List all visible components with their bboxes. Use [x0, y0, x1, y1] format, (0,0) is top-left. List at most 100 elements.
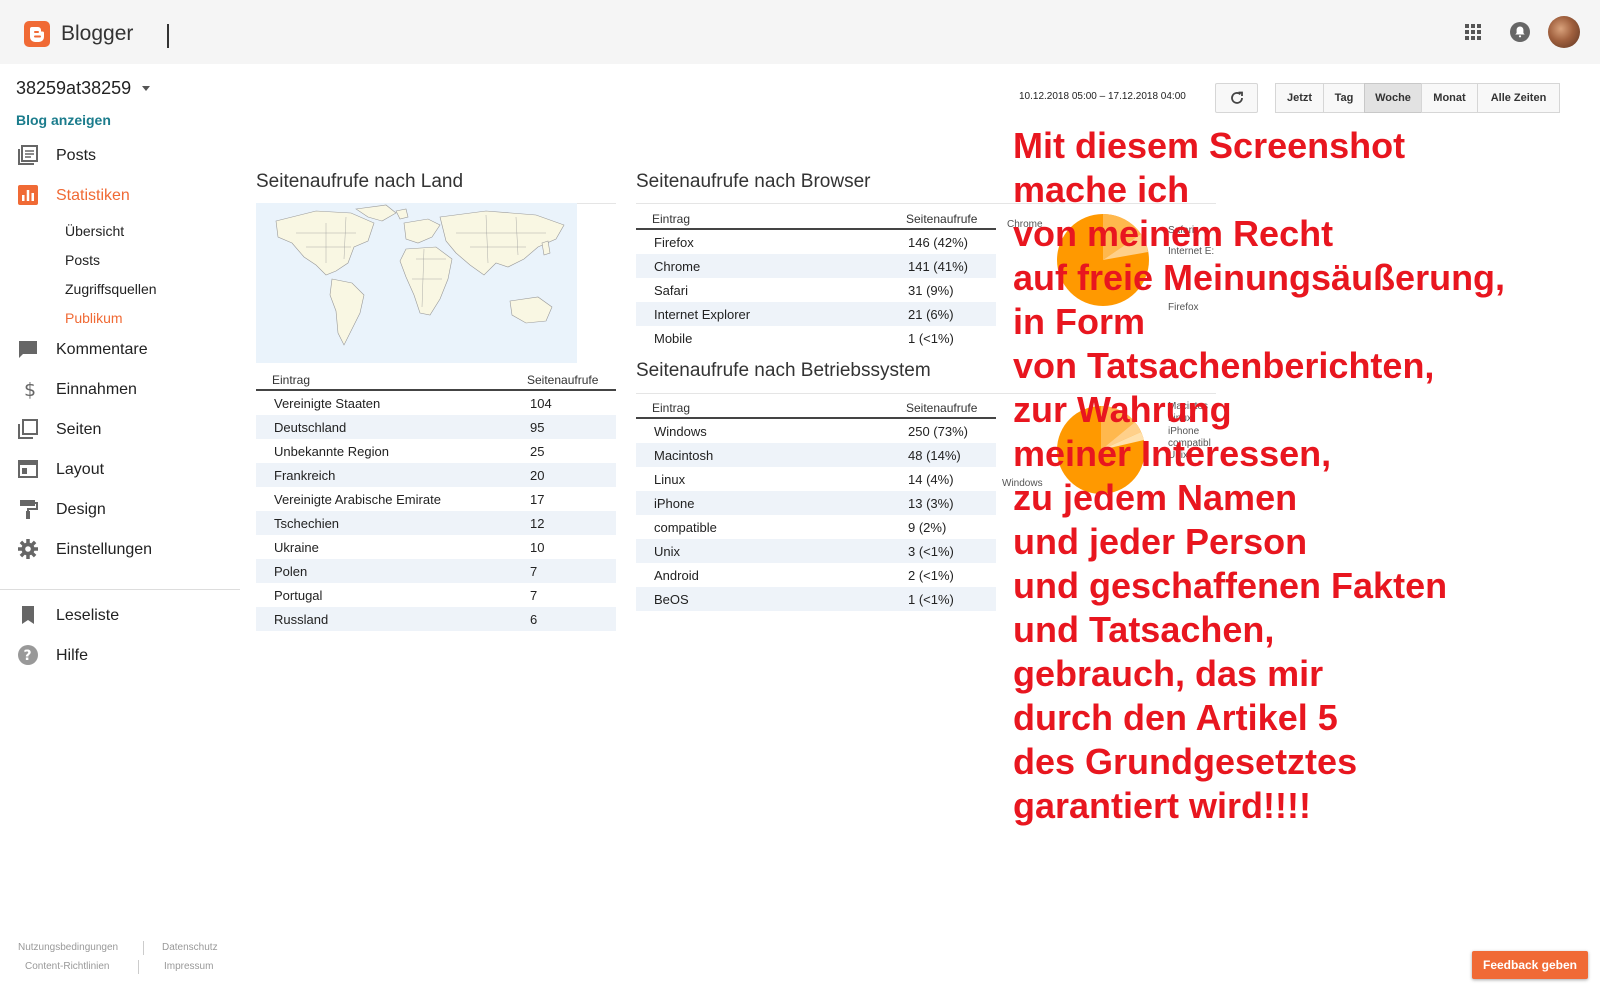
row-entry: Unix — [654, 544, 681, 559]
blog-switcher-chevron-down-icon[interactable] — [142, 86, 150, 91]
browser-section-title: Seitenaufrufe nach Browser — [636, 171, 871, 192]
sidebar-item-pages[interactable]: Seiten — [0, 410, 240, 450]
dollar-icon: $ — [24, 379, 36, 400]
overlay-line: gebrauch, das mir — [1013, 653, 1324, 694]
row-entry: Deutschland — [274, 420, 347, 435]
top-bar: Blogger — [0, 0, 1600, 64]
overlay-line: und Tatsachen, — [1013, 609, 1275, 650]
table-row: Tschechien 12 — [256, 511, 616, 535]
row-views: 31 (9%) — [908, 283, 954, 298]
imprint-link[interactable]: Impressum — [164, 961, 213, 972]
world-map[interactable] — [256, 203, 577, 363]
sidebar-item-reading-list[interactable]: Leseliste — [0, 596, 240, 636]
table-row: Russland 6 — [256, 607, 616, 631]
row-entry: compatible — [654, 520, 717, 535]
sidebar-item-label: Kommentare — [56, 341, 148, 358]
overlay-line: zur Wahrung — [1013, 389, 1232, 430]
col-views-header[interactable]: Seitenaufrufe — [527, 373, 598, 387]
view-blog-link[interactable]: Blog anzeigen — [16, 112, 111, 128]
feedback-button[interactable]: Feedback geben — [1472, 951, 1588, 979]
sidebar-subitem-traffic-sources[interactable]: Zugriffsquellen — [65, 281, 157, 297]
table-row: compatible 9 (2%) — [636, 515, 996, 539]
table-row: Unbekannte Region 25 — [256, 439, 616, 463]
sidebar-item-settings[interactable]: Einstellungen — [0, 530, 240, 570]
content-policy-link[interactable]: Content-Richtlinien — [25, 961, 110, 972]
table-row: Windows 250 (73%) — [636, 419, 996, 443]
row-entry: Safari — [654, 283, 688, 298]
row-views: 95 — [530, 420, 545, 435]
col-entry-header[interactable]: Eintrag — [652, 401, 690, 415]
privacy-link[interactable]: Datenschutz — [162, 942, 218, 953]
refresh-button[interactable] — [1215, 83, 1258, 113]
red-text-overlay: Mit diesem Screenshot mache ich von mein… — [1013, 124, 1593, 828]
row-views: 3 (<1%) — [908, 544, 954, 559]
user-avatar[interactable] — [1548, 16, 1580, 48]
sidebar-subitem-audience[interactable]: Publikum — [65, 310, 123, 326]
table-row: BeOS 1 (<1%) — [636, 587, 996, 611]
range-day-button[interactable]: Tag — [1323, 83, 1365, 113]
table-row: Frankreich 20 — [256, 463, 616, 487]
row-views: 1 (<1%) — [908, 331, 954, 346]
table-row: Portugal 7 — [256, 583, 616, 607]
sidebar-item-layout[interactable]: Layout — [0, 450, 240, 490]
sidebar-item-stats[interactable]: Statistiken — [0, 176, 240, 216]
overlay-line: auf freie Meinungsäußerung, — [1013, 257, 1506, 298]
range-now-button[interactable]: Jetzt — [1275, 83, 1324, 113]
overlay-line: garantiert wird!!!! — [1013, 785, 1312, 826]
col-views-header[interactable]: Seitenaufrufe — [906, 401, 977, 415]
app-name: Blogger — [61, 22, 134, 45]
row-entry: Russland — [274, 612, 329, 627]
apps-grid-icon[interactable] — [1461, 20, 1485, 44]
row-views: 104 — [530, 396, 552, 411]
table-body: Firefox 146 (42%) Chrome 141 (41%) Safari 3… — [636, 230, 996, 350]
row-views: 12 — [530, 516, 545, 531]
terms-link[interactable]: Nutzungsbedingungen — [18, 942, 118, 953]
overlay-line: und jeder Person — [1013, 521, 1308, 562]
row-views: 25 — [530, 444, 545, 459]
col-entry-header[interactable]: Eintrag — [272, 373, 310, 387]
table-body: Windows 250 (73%) Macintosh 48 (14%) Linux… — [636, 419, 996, 611]
notifications-bell-icon[interactable] — [1508, 20, 1532, 44]
row-entry: Windows — [654, 424, 707, 439]
col-views-header[interactable]: Seitenaufrufe — [906, 212, 977, 226]
row-views: 10 — [530, 540, 545, 555]
bar-chart-icon — [18, 185, 38, 205]
range-week-button[interactable]: Woche — [1364, 83, 1422, 113]
row-entry: Tschechien — [274, 516, 340, 531]
sidebar-item-label: Einstellungen — [56, 541, 153, 558]
row-entry: Portugal — [274, 588, 323, 603]
sidebar-item-comments[interactable]: Kommentare — [0, 330, 240, 370]
overlay-line: durch den Artikel 5 — [1013, 697, 1338, 738]
sidebar-item-design[interactable]: Design — [0, 490, 240, 530]
blog-name[interactable]: 38259at38259 — [16, 78, 131, 99]
table-row: Ukraine 10 — [256, 535, 616, 559]
overlay-line: meiner Interessen, — [1013, 433, 1332, 474]
table-row: Internet Explorer 21 (6%) — [636, 302, 996, 326]
sidebar-subitem-posts[interactable]: Posts — [65, 252, 100, 268]
sidebar-item-label: Leseliste — [56, 607, 120, 624]
svg-text:?: ? — [24, 648, 32, 664]
range-month-button[interactable]: Monat — [1421, 83, 1478, 113]
row-views: 14 (4%) — [908, 472, 954, 487]
col-entry-header[interactable]: Eintrag — [652, 212, 690, 226]
row-views: 20 — [530, 468, 545, 483]
row-views: 141 (41%) — [908, 259, 968, 274]
sidebar-item-label: Layout — [56, 461, 105, 478]
layout-icon — [18, 460, 38, 478]
row-views: 6 — [530, 612, 538, 627]
sidebar-item-posts[interactable]: Posts — [0, 136, 240, 176]
overlay-line: in Form — [1013, 301, 1145, 342]
table-row: Polen 7 — [256, 559, 616, 583]
row-views: 21 (6%) — [908, 307, 954, 322]
table-header: Eintrag Seitenaufrufe — [256, 365, 616, 391]
sidebar-item-earnings[interactable]: $ Einnahmen — [0, 370, 240, 410]
sidebar-subitem-overview[interactable]: Übersicht — [65, 223, 124, 239]
blogger-logo-icon[interactable] — [24, 21, 50, 47]
footer-divider — [138, 960, 139, 974]
sidebar-item-help[interactable]: ? Hilfe — [0, 636, 240, 676]
table-row: Vereinigte Staaten 104 — [256, 391, 616, 415]
table-row: Macintosh 48 (14%) — [636, 443, 996, 467]
sidebar: 38259at38259 Blog anzeigen Posts Statist… — [0, 64, 240, 984]
table-row: Mobile 1 (<1%) — [636, 326, 996, 350]
range-all-time-button[interactable]: Alle Zeiten — [1477, 83, 1560, 113]
